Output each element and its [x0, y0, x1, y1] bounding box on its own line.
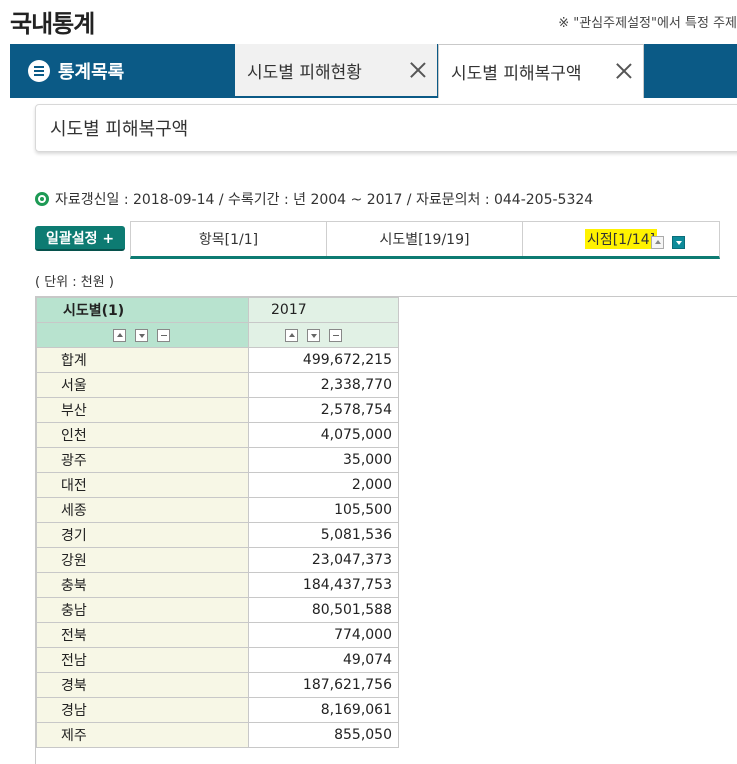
table-row: 서울 2,338,770: [36, 372, 399, 398]
region-cell: 경기: [36, 522, 249, 548]
tab-stat-catalog-label: 통계목록: [58, 62, 125, 83]
list-icon: [28, 60, 50, 82]
table-row: 경북 187,621,756: [36, 672, 399, 698]
dim-period-label: 시점[1/14]: [584, 229, 658, 249]
collapse-icon[interactable]: [157, 328, 170, 342]
tab-bar: 통계목록 시도별 피해현황 시도별 피해복구액: [10, 44, 737, 98]
value-cell: 80,501,588: [248, 597, 399, 623]
region-cell: 경남: [36, 697, 249, 723]
value-cell: 105,500: [248, 497, 399, 523]
table-row: 경남 8,169,061: [36, 697, 399, 723]
page-title: 국내통계: [10, 10, 95, 38]
dim-period[interactable]: 시점[1/14]: [523, 222, 719, 256]
value-cell: 35,000: [248, 447, 399, 473]
region-cell: 세종: [36, 497, 249, 523]
tab-damage-status[interactable]: 시도별 피해현황: [235, 44, 437, 96]
region-sort-controls: [36, 322, 249, 348]
table-row: 대전 2,000: [36, 472, 399, 498]
region-cell: 서울: [36, 372, 249, 398]
region-cell: 부산: [36, 397, 249, 423]
set-all-button[interactable]: 일괄설정 +: [35, 226, 125, 251]
collapse-icon[interactable]: [329, 328, 342, 342]
region-cell: 전남: [36, 647, 249, 673]
value-cell: 5,081,536: [248, 522, 399, 548]
close-icon[interactable]: [615, 62, 633, 80]
region-cell: 대전: [36, 472, 249, 498]
sort-down-icon[interactable]: [135, 328, 148, 342]
region-cell: 광주: [36, 447, 249, 473]
header-region[interactable]: 시도별(1): [36, 297, 249, 323]
expand-up-icon[interactable]: [651, 236, 664, 249]
sort-down-icon[interactable]: [307, 328, 320, 342]
table-row: 전북 774,000: [36, 622, 399, 648]
region-cell: 전북: [36, 622, 249, 648]
value-cell: 8,169,061: [248, 697, 399, 723]
value-cell: 187,621,756: [248, 672, 399, 698]
year-sort-controls: [248, 322, 399, 348]
dim-item[interactable]: 항목[1/1]: [131, 222, 327, 256]
region-cell: 충남: [36, 597, 249, 623]
sort-up-icon[interactable]: [285, 328, 298, 342]
sort-up-icon[interactable]: [113, 328, 126, 342]
table-row: 인천 4,075,000: [36, 422, 399, 448]
region-cell: 합계: [36, 347, 249, 373]
value-cell: 2,338,770: [248, 372, 399, 398]
collapse-down-icon[interactable]: [672, 236, 685, 249]
value-cell: 774,000: [248, 622, 399, 648]
table-row: 충남 80,501,588: [36, 597, 399, 623]
value-cell: 184,437,753: [248, 572, 399, 598]
value-cell: 2,000: [248, 472, 399, 498]
tab-damage-recovery[interactable]: 시도별 피해복구액: [438, 44, 644, 98]
dimension-bar: 항목[1/1] 시도별[19/19] 시점[1/14]: [130, 221, 720, 259]
tab-stat-catalog[interactable]: 통계목록: [10, 44, 234, 98]
value-cell: 855,050: [248, 722, 399, 748]
stat-table-area: 시도별(1) 2017 합계 499,672,215 서울 2,338,770 …: [35, 296, 737, 764]
close-icon[interactable]: [409, 61, 427, 79]
table-row: 강원 23,047,373: [36, 547, 399, 573]
region-cell: 인천: [36, 422, 249, 448]
table-row: 전남 49,074: [36, 647, 399, 673]
interest-topic-note: ※ "관심주제설정"에서 특정 주제: [558, 16, 737, 31]
region-cell: 제주: [36, 722, 249, 748]
table-row: 경기 5,081,536: [36, 522, 399, 548]
value-cell: 49,074: [248, 647, 399, 673]
unit-label: ( 단위 : 천원 ): [35, 275, 114, 290]
table-row: 합계 499,672,215: [36, 347, 399, 373]
region-cell: 강원: [36, 547, 249, 573]
stat-title: 시도별 피해복구액: [35, 104, 737, 152]
table-body: 합계 499,672,215 서울 2,338,770 부산 2,578,754 인천 4,0…: [36, 347, 399, 748]
table-row: 부산 2,578,754: [36, 397, 399, 423]
table-row: 광주 35,000: [36, 447, 399, 473]
region-cell: 경북: [36, 672, 249, 698]
value-cell: 23,047,373: [248, 547, 399, 573]
stat-table: 시도별(1) 2017 합계 499,672,215 서울 2,338,770 …: [36, 297, 399, 748]
dim-region[interactable]: 시도별[19/19]: [327, 222, 523, 256]
tab-label: 시도별 피해현황: [247, 62, 362, 83]
header-year[interactable]: 2017: [248, 297, 399, 323]
stat-info-line: 자료갱신일 : 2018-09-14 / 수록기간 : 년 2004 ~ 201…: [35, 189, 593, 209]
table-row: 세종 105,500: [36, 497, 399, 523]
value-cell: 499,672,215: [248, 347, 399, 373]
stat-info-text: 자료갱신일 : 2018-09-14 / 수록기간 : 년 2004 ~ 201…: [55, 192, 594, 208]
tab-label: 시도별 피해복구액: [451, 64, 582, 84]
value-cell: 4,075,000: [248, 422, 399, 448]
value-cell: 2,578,754: [248, 397, 399, 423]
region-cell: 충북: [36, 572, 249, 598]
table-row: 충북 184,437,753: [36, 572, 399, 598]
table-row: 제주 855,050: [36, 722, 399, 748]
bullet-circle-icon: [35, 192, 49, 206]
